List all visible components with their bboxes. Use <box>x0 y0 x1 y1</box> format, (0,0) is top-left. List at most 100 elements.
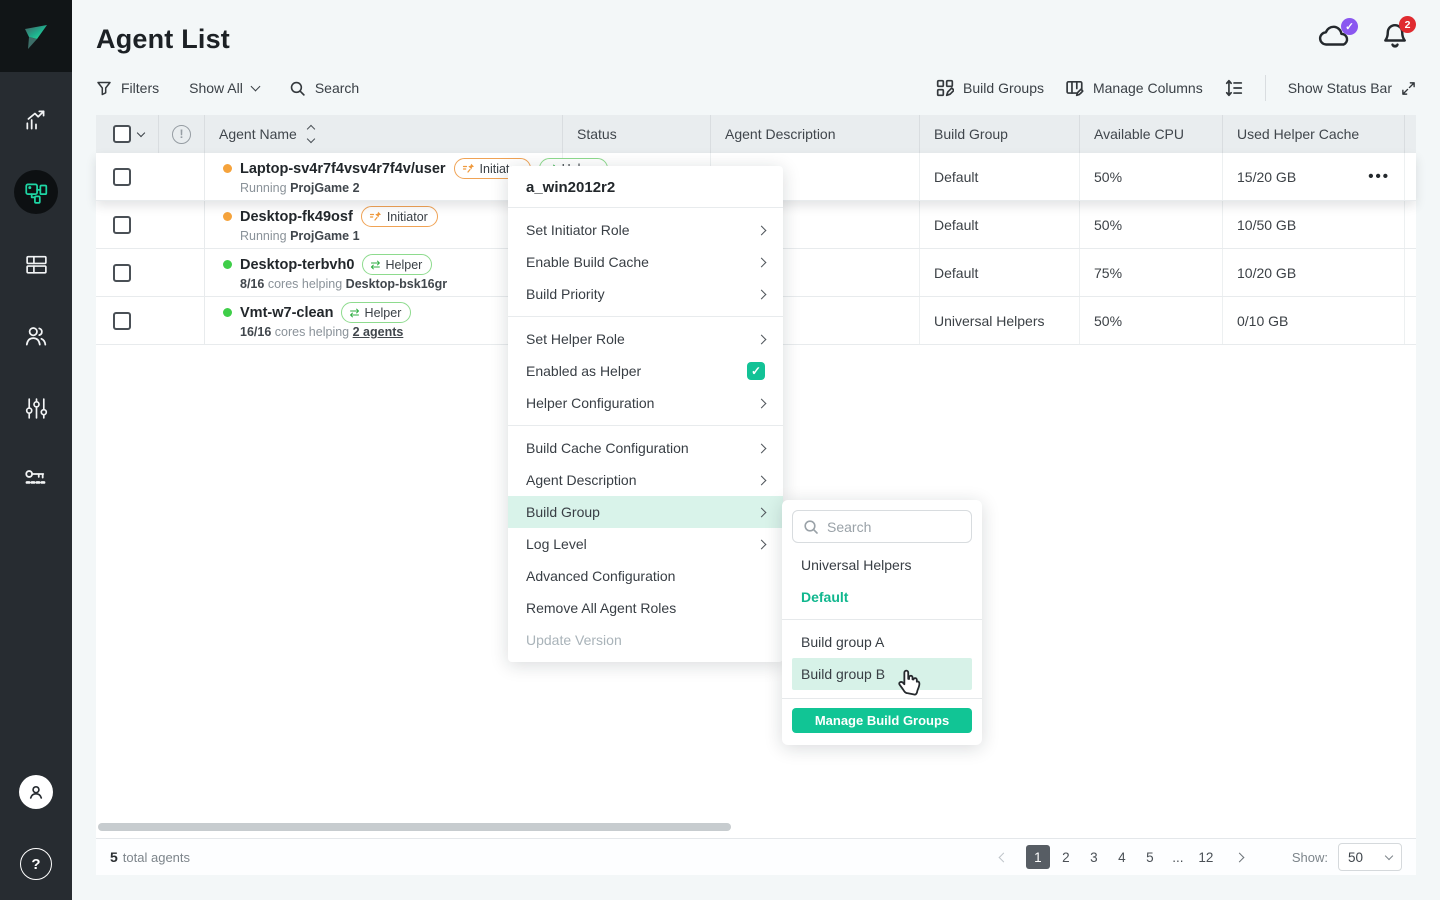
menu-item-set-initiator-role[interactable]: Set Initiator Role <box>508 214 783 246</box>
page-button-2[interactable]: 2 <box>1054 845 1078 869</box>
incredibuild-logo[interactable] <box>0 0 72 72</box>
checked-checkbox[interactable]: ✓ <box>747 362 765 380</box>
show-status-bar-button[interactable]: Show Status Bar <box>1288 80 1416 96</box>
chevron-down-icon[interactable] <box>137 128 145 136</box>
menu-item-remove-all-agent-roles[interactable]: Remove All Agent Roles <box>508 592 783 624</box>
menu-item-build-priority[interactable]: Build Priority <box>508 278 783 310</box>
next-page-button[interactable] <box>1228 845 1252 869</box>
search-button[interactable]: Search <box>289 80 359 97</box>
warning-column-header: ! <box>159 115 205 153</box>
select-all-checkbox[interactable] <box>113 125 131 143</box>
sidebar-item-settings[interactable] <box>14 386 58 430</box>
column-header-status[interactable]: Status <box>563 115 711 153</box>
menu-item-log-level[interactable]: Log Level <box>508 528 783 560</box>
row-checkbox[interactable] <box>113 216 131 234</box>
column-header-agent-name[interactable]: Agent Name <box>205 115 563 153</box>
menu-item-build-group[interactable]: Build Group <box>508 496 783 528</box>
page-size-select[interactable]: 50 <box>1338 843 1402 871</box>
build-group-value: Default <box>934 169 978 185</box>
page-button-12[interactable]: 12 <box>1194 845 1218 869</box>
agent-name: Laptop-sv4r7f4vsv4r7f4v/user <box>240 161 446 177</box>
status-dot <box>223 260 232 269</box>
column-label: Agent Name <box>219 126 297 142</box>
warning-icon: ! <box>172 125 191 144</box>
menu-item-helper-configuration[interactable]: Helper Configuration <box>508 387 783 419</box>
total-agents-label: total agents <box>123 850 190 865</box>
logo-icon <box>16 16 56 56</box>
page-button-3[interactable]: 3 <box>1082 845 1106 869</box>
submenu-item-default-selected[interactable]: Default <box>792 581 972 613</box>
row-checkbox[interactable] <box>113 312 131 330</box>
cache-value: 10/20 GB <box>1237 265 1296 281</box>
menu-item-update-version: Update Version <box>508 624 783 656</box>
cache-value: 15/20 GB <box>1237 169 1296 185</box>
agent-subtext: Running ProjGame 1 <box>223 229 360 243</box>
submenu-item-universal-helpers[interactable]: Universal Helpers <box>792 549 972 581</box>
agent-name: Desktop-terbvh0 <box>240 257 354 273</box>
menu-item-agent-description[interactable]: Agent Description <box>508 464 783 496</box>
build-group-value: Default <box>934 217 978 233</box>
submenu-search[interactable] <box>792 510 972 543</box>
menu-item-build-cache-configuration[interactable]: Build Cache Configuration <box>508 432 783 464</box>
swap-arrows-icon: ⇄ <box>349 307 359 319</box>
helping-agents-link[interactable]: 2 agents <box>353 325 404 339</box>
horizontal-scrollbar[interactable] <box>98 823 731 831</box>
submenu-item-build-group-a[interactable]: Build group A <box>792 626 972 658</box>
initiator-badge: Initiator <box>361 206 438 227</box>
notifications-button[interactable]: 2 <box>1382 22 1408 55</box>
submenu-item-build-group-b[interactable]: Build group B <box>792 658 972 690</box>
swap-arrows-icon: ⇄ <box>370 259 380 271</box>
show-all-dropdown[interactable]: Show All <box>189 80 259 96</box>
sidebar-item-builds[interactable] <box>14 242 58 286</box>
sidebar-item-license[interactable] <box>14 456 58 500</box>
cpu-value: 50% <box>1094 217 1122 233</box>
row-checkbox[interactable] <box>113 264 131 282</box>
sidebar-item-users[interactable] <box>14 314 58 358</box>
row-actions-button[interactable]: ••• <box>1368 169 1390 184</box>
column-label: Available CPU <box>1094 126 1184 142</box>
column-label: Status <box>577 126 617 142</box>
column-header-cache[interactable]: Used Helper Cache <box>1223 115 1405 153</box>
submenu-footer: Manage Build Groups <box>782 698 982 733</box>
build-groups-icon <box>936 79 954 97</box>
menu-item-advanced-configuration[interactable]: Advanced Configuration <box>508 560 783 592</box>
show-label: Show: <box>1292 850 1328 865</box>
sidebar-item-dashboard[interactable] <box>14 98 58 142</box>
row-checkbox[interactable] <box>113 168 131 186</box>
build-group-submenu: Universal Helpers Default Build group A … <box>782 500 982 745</box>
help-button[interactable]: ? <box>20 848 52 880</box>
menu-item-enabled-as-helper[interactable]: Enabled as Helper ✓ <box>508 355 783 387</box>
table-header: ! Agent Name Status Agent Description Bu… <box>96 115 1416 153</box>
search-icon <box>803 519 819 535</box>
manage-build-groups-button[interactable]: Manage Build Groups <box>792 708 972 733</box>
search-input[interactable] <box>827 519 937 535</box>
helper-badge: ⇄ Helper <box>362 254 432 275</box>
page-button-5[interactable]: 5 <box>1138 845 1162 869</box>
user-avatar[interactable] <box>19 775 53 809</box>
page-button-1[interactable]: 1 <box>1026 845 1050 869</box>
previous-page-button <box>992 845 1016 869</box>
toolbar-divider <box>1265 75 1266 101</box>
page-button-4[interactable]: 4 <box>1110 845 1134 869</box>
column-label: Used Helper Cache <box>1237 126 1359 142</box>
column-header-build-group[interactable]: Build Group <box>920 115 1080 153</box>
page-title: Agent List <box>96 24 230 55</box>
column-header-cpu[interactable]: Available CPU <box>1080 115 1223 153</box>
status-dot <box>223 164 232 173</box>
submenu-divider <box>782 619 982 620</box>
sidebar-item-agents[interactable] <box>14 170 58 214</box>
row-height-button[interactable] <box>1225 79 1243 97</box>
helper-badge: ⇄ Helper <box>341 302 411 323</box>
cloud-status-button[interactable]: ✓ <box>1318 23 1352 54</box>
manage-columns-button[interactable]: Manage Columns <box>1066 79 1203 97</box>
chevron-right-icon <box>757 398 767 408</box>
sort-icon <box>308 126 314 142</box>
sliders-icon <box>24 396 49 421</box>
filters-button[interactable]: Filters <box>96 80 159 96</box>
show-all-label: Show All <box>189 80 243 96</box>
menu-item-set-helper-role[interactable]: Set Helper Role <box>508 323 783 355</box>
column-header-description[interactable]: Agent Description <box>711 115 920 153</box>
select-all-header[interactable] <box>96 115 159 153</box>
build-groups-button[interactable]: Build Groups <box>936 79 1044 97</box>
menu-item-enable-build-cache[interactable]: Enable Build Cache <box>508 246 783 278</box>
